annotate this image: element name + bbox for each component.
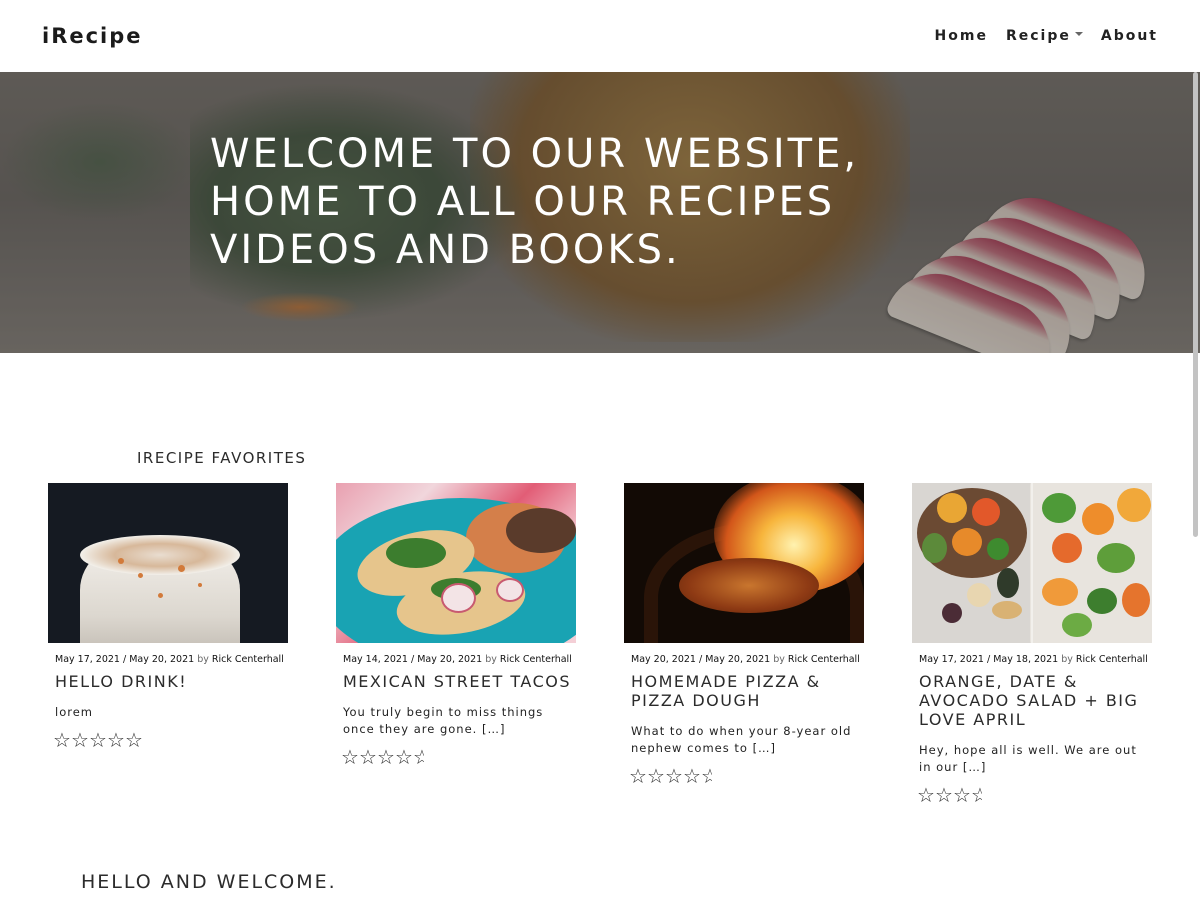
by-label: by xyxy=(1061,654,1073,665)
author-link[interactable]: Rick Centerhall xyxy=(1076,654,1148,665)
star-outline-icon[interactable]: ☆ xyxy=(683,766,701,786)
brand-logo[interactable]: iRecipe xyxy=(42,24,143,48)
nav-item-label: About xyxy=(1100,28,1158,44)
recipe-card[interactable]: May 17, 2021 / May 18, 2021 by Rick Cent… xyxy=(912,483,1152,805)
recipe-excerpt: Hey, hope all is well. We are out in our… xyxy=(919,743,1137,774)
recipe-title[interactable]: HOMEMADE PIZZA & PIZZA DOUGH xyxy=(631,672,864,710)
recipe-title[interactable]: ORANGE, DATE & AVOCADO SALAD + BIG LOVE … xyxy=(919,672,1152,729)
by-label: by xyxy=(773,654,785,665)
star-outline-icon[interactable]: ☆ xyxy=(89,730,107,750)
updated-date: May 18, 2021 xyxy=(993,654,1059,665)
recipe-meta: May 17, 2021 / May 20, 2021 by Rick Cent… xyxy=(55,654,284,665)
recipe-thumbnail-tacos[interactable] xyxy=(336,483,576,643)
rating-stars[interactable]: ☆ ☆ ☆ ☆ xyxy=(917,785,1152,805)
nav-item-label: Recipe xyxy=(1005,28,1071,44)
star-outline-icon[interactable]: ☆ xyxy=(647,766,665,786)
star-outline-icon[interactable]: ☆ xyxy=(917,785,935,805)
recipe-card[interactable]: May 17, 2021 / May 20, 2021 by Rick Cent… xyxy=(48,483,288,750)
recipe-thumbnail-pizza[interactable] xyxy=(624,483,864,643)
hero-title: WELCOME TO OUR WEBSITE, HOME TO ALL OUR … xyxy=(210,131,860,273)
star-outline-icon[interactable]: ☆ xyxy=(935,785,953,805)
chevron-down-icon xyxy=(1074,32,1083,36)
author-link[interactable]: Rick Centerhall xyxy=(788,654,860,665)
hero-banner: WELCOME TO OUR WEBSITE, HOME TO ALL OUR … xyxy=(0,72,1200,353)
star-half-icon[interactable]: ☆ xyxy=(413,747,424,767)
recipe-meta: May 17, 2021 / May 18, 2021 by Rick Cent… xyxy=(919,654,1148,665)
star-outline-icon[interactable]: ☆ xyxy=(71,730,89,750)
recipe-excerpt: You truly begin to miss things once they… xyxy=(343,705,544,736)
recipe-excerpt: lorem xyxy=(55,705,93,719)
by-label: by xyxy=(197,654,209,665)
nav-item-home[interactable]: Home xyxy=(935,28,988,44)
star-half-icon[interactable]: ☆ xyxy=(971,785,982,805)
star-outline-icon[interactable]: ☆ xyxy=(125,730,143,750)
star-outline-icon[interactable]: ☆ xyxy=(341,747,359,767)
author-link[interactable]: Rick Centerhall xyxy=(212,654,284,665)
recipe-excerpt: What to do when your 8-year old nephew c… xyxy=(631,724,852,755)
star-outline-icon[interactable]: ☆ xyxy=(629,766,647,786)
recipe-title[interactable]: MEXICAN STREET TACOS xyxy=(343,672,576,691)
star-outline-icon[interactable]: ☆ xyxy=(395,747,413,767)
star-half-icon[interactable]: ☆ xyxy=(701,766,712,786)
updated-date: May 20, 2021 xyxy=(705,654,771,665)
star-outline-icon[interactable]: ☆ xyxy=(953,785,971,805)
page-scrollbar[interactable] xyxy=(1193,72,1198,537)
by-label: by xyxy=(485,654,497,665)
recipe-meta: May 14, 2021 / May 20, 2021 by Rick Cent… xyxy=(343,654,572,665)
star-outline-icon[interactable]: ☆ xyxy=(377,747,395,767)
recipe-thumbnail-drink[interactable] xyxy=(48,483,288,643)
rating-stars[interactable]: ☆ ☆ ☆ ☆ ☆ xyxy=(629,766,864,786)
welcome-heading: HELLO AND WELCOME. xyxy=(81,871,337,893)
nav-item-label: Home xyxy=(934,28,988,44)
rating-stars[interactable]: ☆ ☆ ☆ ☆ ☆ xyxy=(53,730,288,750)
nav-item-about[interactable]: About xyxy=(1101,28,1158,44)
published-date: May 20, 2021 xyxy=(631,654,696,665)
recipe-card[interactable]: May 20, 2021 / May 20, 2021 by Rick Cent… xyxy=(624,483,864,786)
author-link[interactable]: Rick Centerhall xyxy=(500,654,572,665)
nav-item-recipe-dropdown[interactable]: Recipe xyxy=(1006,28,1083,44)
star-outline-icon[interactable]: ☆ xyxy=(665,766,683,786)
recipe-thumbnail-salad[interactable] xyxy=(912,483,1152,643)
published-date: May 14, 2021 xyxy=(343,654,408,665)
rating-stars[interactable]: ☆ ☆ ☆ ☆ ☆ xyxy=(341,747,576,767)
updated-date: May 20, 2021 xyxy=(417,654,483,665)
main-menu: Home Recipe About xyxy=(935,28,1158,44)
star-outline-icon[interactable]: ☆ xyxy=(359,747,377,767)
recipe-card[interactable]: May 14, 2021 / May 20, 2021 by Rick Cent… xyxy=(336,483,576,767)
star-outline-icon[interactable]: ☆ xyxy=(53,730,71,750)
star-outline-icon[interactable]: ☆ xyxy=(107,730,125,750)
updated-date: May 20, 2021 xyxy=(129,654,195,665)
recipe-title[interactable]: HELLO DRINK! xyxy=(55,672,288,691)
favorites-heading: IRECIPE FAVORITES xyxy=(137,449,307,467)
top-navbar: iRecipe Home Recipe About xyxy=(0,0,1200,72)
published-date: May 17, 2021 xyxy=(919,654,984,665)
recipe-meta: May 20, 2021 / May 20, 2021 by Rick Cent… xyxy=(631,654,860,665)
published-date: May 17, 2021 xyxy=(55,654,120,665)
